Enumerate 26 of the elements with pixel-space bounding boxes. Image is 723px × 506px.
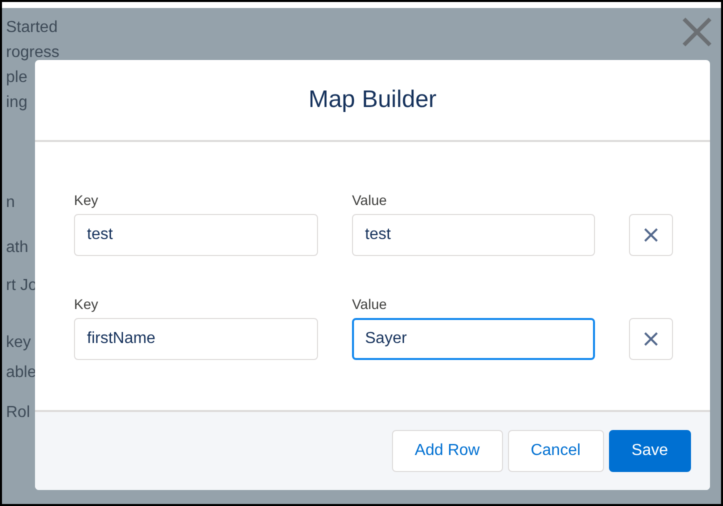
close-icon — [681, 16, 713, 48]
key-field[interactable]: test — [74, 214, 318, 256]
key-field[interactable]: firstName — [74, 318, 318, 360]
background-text: Started — [6, 18, 58, 38]
close-icon — [644, 228, 658, 242]
background-text: ing — [6, 93, 28, 113]
background-text: rogress — [6, 43, 60, 63]
background-text: ple — [6, 68, 28, 88]
background-text: able — [6, 363, 36, 383]
footer-button[interactable]: Cancel — [508, 430, 604, 472]
background-text: n — [6, 193, 15, 213]
remove-row-button[interactable] — [629, 214, 673, 256]
key-label: Key — [74, 191, 100, 210]
value-label: Value — [352, 191, 388, 210]
close-icon — [644, 332, 658, 346]
modal-title: Map Builder — [308, 85, 437, 115]
key-label: Key — [74, 295, 100, 314]
value-label: Value — [352, 295, 388, 314]
footer-button[interactable]: Add Row — [392, 430, 503, 472]
value-field[interactable]: Sayer — [352, 318, 595, 360]
background-text: key — [6, 333, 31, 353]
background-text: ath — [6, 238, 28, 258]
remove-row-button[interactable] — [629, 318, 673, 360]
value-field[interactable]: test — [352, 214, 595, 256]
save-button[interactable]: Save — [608, 430, 691, 472]
background-text: Rol — [6, 403, 30, 423]
